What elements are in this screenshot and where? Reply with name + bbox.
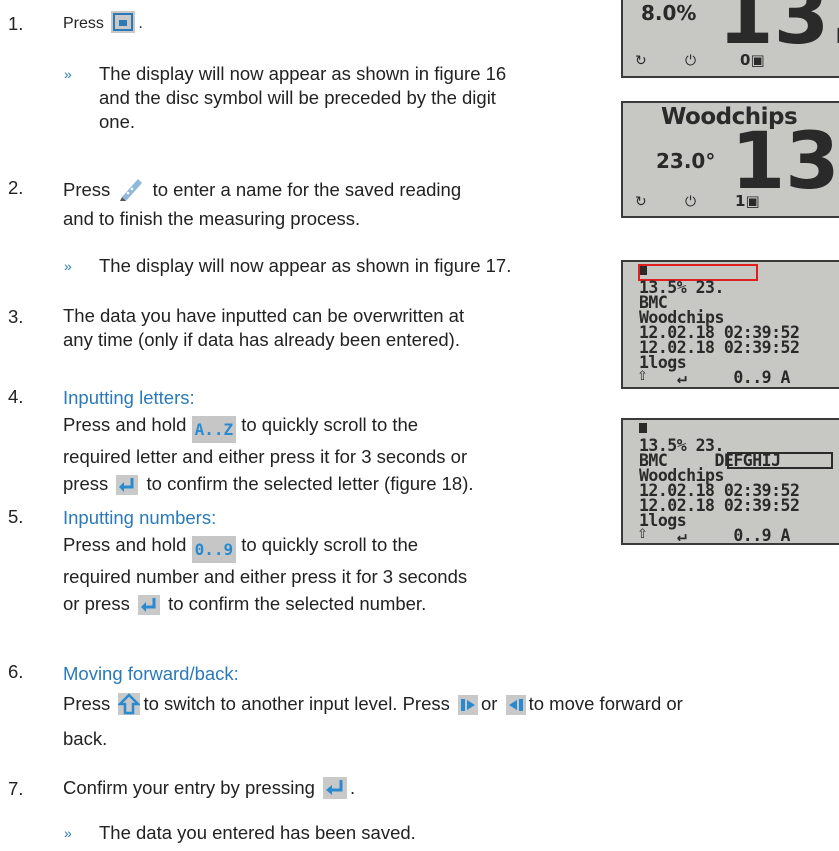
step-text: . — [350, 777, 356, 798]
power-icon: ⏻ — [685, 194, 697, 210]
step-2-result: The display will now appear as shown in … — [99, 255, 512, 276]
text-line: and the disc symbol will be preceded by … — [99, 87, 496, 108]
step-text: to quickly scroll to the — [241, 534, 419, 555]
text-line: The data you have inputted can be overwr… — [63, 305, 465, 326]
cursor-forward-icon — [458, 694, 479, 724]
lcd-display-fig18: 13.5% 23. BMC DEFGHIJ Woodchips 12.02.18… — [621, 418, 839, 545]
text-line: required number and either press it for … — [63, 566, 468, 587]
step-number: 6. — [8, 661, 24, 682]
step-number: 4. — [8, 386, 24, 407]
step-text: Press — [63, 15, 104, 32]
result-arrow: » — [64, 258, 72, 274]
rotate-icon: ↻ — [635, 53, 647, 69]
text-line: The display will now appear as shown in … — [99, 63, 507, 84]
step-text: or press — [63, 593, 130, 614]
memory-digit: 1 — [735, 192, 746, 210]
lcd-display-fig16: Woodchips 23.0° 13.5 ↻ ⏻ 1▣ — [621, 101, 839, 218]
memory-disc-icon: ▣ — [745, 192, 760, 210]
step-text: to enter a name for the saved reading — [152, 179, 462, 200]
text-line: one. — [99, 111, 136, 132]
lcd-label: 8.0% — [641, 1, 697, 25]
memory-digit: 0 — [740, 51, 751, 69]
step-heading: Inputting numbers: — [63, 507, 217, 528]
step-number: 2. — [8, 177, 24, 198]
step-text: Press and hold — [63, 414, 187, 435]
enter-icon — [116, 475, 139, 502]
step-number: 3. — [8, 306, 24, 327]
power-icon: ⏻ — [685, 53, 697, 69]
step-text: to switch to another input level. Press — [143, 693, 450, 714]
step-number: 5. — [8, 506, 24, 527]
rotate-icon: ↻ — [635, 194, 647, 210]
step-text: to quickly scroll to the — [241, 414, 419, 435]
lcd-temperature: 23.0° — [656, 149, 716, 173]
memory-disc-icon: ▣ — [750, 51, 765, 69]
step-number: 7. — [8, 778, 24, 799]
memory-count: 0▣ — [740, 51, 765, 69]
memory-count: 1▣ — [735, 192, 760, 210]
step-7: Confirm your entry by pressing . — [63, 776, 355, 805]
step-text: . — [138, 15, 143, 32]
input-cursor — [639, 423, 647, 433]
numbers-key-icon: 0..9 — [191, 536, 237, 563]
step-heading: Moving forward/back: — [63, 663, 239, 684]
step-heading: Inputting letters: — [63, 387, 195, 408]
step-text: Press — [63, 179, 111, 200]
cursor-back-icon — [505, 694, 526, 724]
shift-icon: ⇧ — [637, 369, 648, 384]
step-1-result: The display will now appear as shown in … — [99, 62, 506, 134]
step-text: Confirm your entry by pressing — [63, 777, 315, 798]
text-line: back. — [63, 728, 108, 749]
letters-key-icon: A..Z — [191, 416, 237, 443]
save-disc-icon — [111, 11, 136, 41]
result-arrow: » — [64, 825, 72, 841]
step-3: The data you have inputted can be overwr… — [63, 304, 464, 352]
step-text: Press — [63, 693, 111, 714]
result-arrow: » — [64, 66, 72, 82]
pen-icon — [118, 175, 144, 207]
lcd-row: ↵ 0..9 A — [639, 526, 791, 545]
enter-icon — [323, 777, 348, 805]
enter-icon — [137, 595, 160, 622]
step-1: Press . — [63, 11, 143, 41]
step-2: Press to enter a name for the saved read… — [63, 175, 461, 231]
text-line: required letter and either press it for … — [63, 446, 468, 467]
step-text: to move forward or — [528, 693, 683, 714]
lcd-row: ↵ 0..9 A — [639, 368, 791, 387]
lcd-display-top: 8.0% 13.5 ↻ ⏻ 0▣ — [621, 0, 839, 78]
step-number: 1. — [8, 13, 24, 34]
step-text: or — [481, 693, 498, 714]
step-text: press — [63, 473, 109, 494]
text-line: any time (only if data has already been … — [63, 329, 460, 350]
shift-up-icon — [117, 693, 142, 724]
step-6: Moving forward/back: Press to switch to … — [63, 659, 839, 754]
lcd-reading: 13.5 — [718, 0, 839, 62]
lcd-display-fig17: 13.5% 23. BMC Woodchips 12.02.18 02:39:5… — [621, 260, 839, 389]
step-text: to confirm the selected number. — [168, 593, 427, 614]
shift-icon: ⇧ — [637, 527, 648, 542]
text-line: and to finish the measuring process. — [63, 208, 361, 229]
step-text: Press and hold — [63, 534, 187, 555]
step-text: to confirm the selected letter (figure 1… — [146, 473, 474, 494]
step-4: Inputting letters: Press and hold A..Z t… — [63, 384, 474, 502]
step-7-result: The data you entered has been saved. — [99, 822, 416, 843]
step-5: Inputting numbers: Press and hold 0..9 t… — [63, 504, 467, 622]
